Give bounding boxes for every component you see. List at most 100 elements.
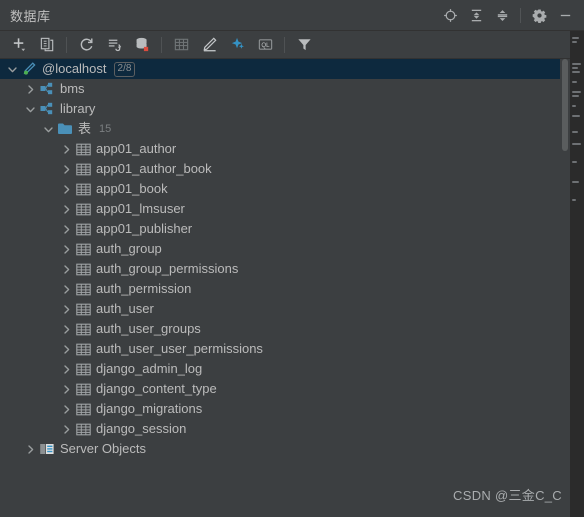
server-objects-icon xyxy=(38,441,56,457)
collapse-all-icon[interactable] xyxy=(490,3,514,27)
chevron-right-icon[interactable] xyxy=(58,339,74,359)
locate-icon[interactable] xyxy=(438,3,462,27)
chevron-right-icon[interactable] xyxy=(58,279,74,299)
refresh-icon[interactable] xyxy=(74,33,98,57)
schema-library[interactable]: library xyxy=(0,99,570,119)
table-app01-author[interactable]: app01_author xyxy=(0,139,570,159)
table-icon xyxy=(74,401,92,417)
vertical-scrollbar[interactable] xyxy=(560,59,570,517)
table-django-content-type[interactable]: django_content_type xyxy=(0,379,570,399)
editor-minimap-strip[interactable] xyxy=(570,31,584,517)
magic-icon[interactable] xyxy=(225,33,249,57)
table-auth-group-permissions[interactable]: auth_group_permissions xyxy=(0,259,570,279)
folder-icon xyxy=(56,121,74,137)
tree-node-label: django_admin_log xyxy=(96,361,203,376)
schema-bms[interactable]: bms xyxy=(0,79,570,99)
chevron-right-icon[interactable] xyxy=(58,419,74,439)
toolbar-divider-3 xyxy=(284,36,285,53)
chevron-down-icon[interactable] xyxy=(4,59,20,79)
tree-node-label: app01_author_book xyxy=(96,161,212,176)
chevron-right-icon[interactable] xyxy=(22,439,38,459)
filter-icon[interactable] xyxy=(292,33,316,57)
chevron-right-icon[interactable] xyxy=(58,319,74,339)
chevron-right-icon[interactable] xyxy=(58,219,74,239)
chevron-right-icon[interactable] xyxy=(58,199,74,219)
tree-node-label: @localhost xyxy=(42,61,107,76)
table-icon xyxy=(74,141,92,157)
minimize-icon[interactable] xyxy=(553,3,577,27)
chevron-down-icon[interactable] xyxy=(40,119,56,139)
ql-icon[interactable]: QL xyxy=(253,33,277,57)
database-tree[interactable]: @localhost 2/8 bms library 表 15 app01_authorap… xyxy=(0,59,570,517)
modify-icon[interactable] xyxy=(197,33,221,57)
server-objects[interactable]: Server Objects xyxy=(0,439,570,459)
table-app01-book[interactable]: app01_book xyxy=(0,179,570,199)
tree-node-label: auth_user_groups xyxy=(96,321,201,336)
add-icon[interactable] xyxy=(7,33,31,57)
tree-node-label: 表 xyxy=(78,121,92,136)
table-app01-lmsuser[interactable]: app01_lmsuser xyxy=(0,199,570,219)
database-toolbar: QL xyxy=(0,31,584,59)
chevron-right-icon[interactable] xyxy=(58,139,74,159)
chevron-right-icon[interactable] xyxy=(58,179,74,199)
table-auth-group[interactable]: auth_group xyxy=(0,239,570,259)
table-auth-user-groups[interactable]: auth_user_groups xyxy=(0,319,570,339)
expand-all-icon[interactable] xyxy=(464,3,488,27)
page-title: 数据库 xyxy=(10,8,51,24)
tree-node-label: app01_publisher xyxy=(96,221,193,236)
tool-window-header: 数据库 xyxy=(0,0,584,31)
tree-node-label: django_migrations xyxy=(96,401,203,416)
table-icon xyxy=(74,201,92,217)
chevron-right-icon[interactable] xyxy=(58,239,74,259)
chevron-right-icon[interactable] xyxy=(58,299,74,319)
schema-icon xyxy=(38,101,56,117)
table-icon xyxy=(74,181,92,197)
chevron-down-icon[interactable] xyxy=(22,99,38,119)
table-icon xyxy=(74,321,92,337)
folder-tables[interactable]: 表 15 xyxy=(0,119,570,139)
gear-icon[interactable] xyxy=(527,3,551,27)
tree-node-label: auth_user xyxy=(96,301,154,316)
sync-schema-icon[interactable] xyxy=(102,33,126,57)
tree-node-label: bms xyxy=(60,81,85,96)
table-django-session[interactable]: django_session xyxy=(0,419,570,439)
chevron-right-icon[interactable] xyxy=(58,359,74,379)
table-app01-author-book[interactable]: app01_author_book xyxy=(0,159,570,179)
table-app01-publisher[interactable]: app01_publisher xyxy=(0,219,570,239)
table-django-migrations[interactable]: django_migrations xyxy=(0,399,570,419)
table-icon xyxy=(74,341,92,357)
table-icon xyxy=(74,221,92,237)
table-auth-user[interactable]: auth_user xyxy=(0,299,570,319)
watermark-text: CSDN @三金C_C xyxy=(453,488,562,503)
table-icon xyxy=(74,261,92,277)
toolbar-divider-1 xyxy=(66,36,67,53)
table-icon xyxy=(74,281,92,297)
table-icon xyxy=(74,361,92,377)
database-color-icon[interactable] xyxy=(130,33,154,57)
table-auth-permission[interactable]: auth_permission xyxy=(0,279,570,299)
duplicate-icon[interactable] xyxy=(35,33,59,57)
tree-node-label: auth_group xyxy=(96,241,162,256)
table-auth-user-user-permissions[interactable]: auth_user_user_permissions xyxy=(0,339,570,359)
chevron-right-icon[interactable] xyxy=(58,399,74,419)
table-editor-icon[interactable] xyxy=(169,33,193,57)
table-icon xyxy=(74,381,92,397)
tree-node-label: auth_group_permissions xyxy=(96,261,239,276)
chevron-right-icon[interactable] xyxy=(58,159,74,179)
table-icon xyxy=(74,301,92,317)
table-django-admin-log[interactable]: django_admin_log xyxy=(0,359,570,379)
tree-node-label: app01_book xyxy=(96,181,168,196)
tree-node-label: auth_permission xyxy=(96,281,192,296)
header-divider xyxy=(520,7,521,23)
header-actions xyxy=(437,0,584,30)
scrollbar-thumb[interactable] xyxy=(562,59,568,151)
chevron-right-icon[interactable] xyxy=(22,79,38,99)
tree-node-label: app01_author xyxy=(96,141,177,156)
table-icon xyxy=(74,241,92,257)
tree-node-label: django_session xyxy=(96,421,187,436)
chevron-right-icon[interactable] xyxy=(58,259,74,279)
tree-node-label: Server Objects xyxy=(60,441,146,456)
chevron-right-icon[interactable] xyxy=(58,379,74,399)
connection-localhost[interactable]: @localhost 2/8 xyxy=(0,59,570,79)
toolbar-divider-2 xyxy=(161,36,162,53)
